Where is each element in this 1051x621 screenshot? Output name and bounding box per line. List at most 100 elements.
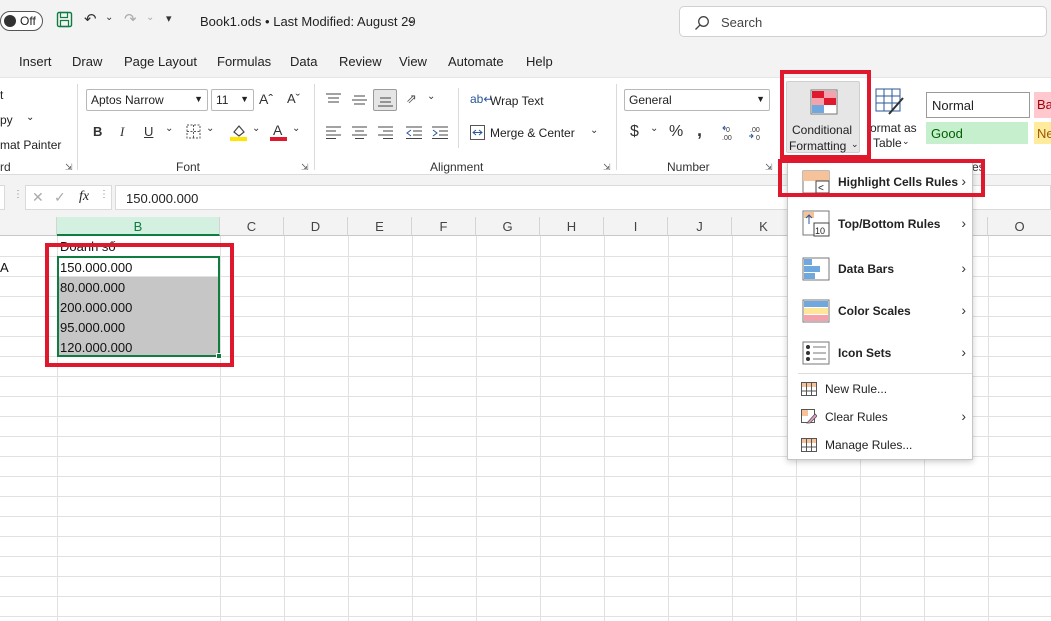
currency-dropdown-icon[interactable]: ⌄ — [650, 123, 658, 134]
column-header-f[interactable]: F — [412, 217, 476, 236]
customize-toolbar-icon[interactable]: ▾ — [166, 12, 172, 25]
currency-button[interactable]: $ — [630, 123, 639, 141]
column-header-c[interactable]: C — [220, 217, 284, 236]
column-header-a[interactable] — [0, 217, 57, 236]
orientation-dropdown-icon[interactable]: ⌄ — [427, 91, 435, 102]
chevron-right-icon: › — [961, 260, 966, 276]
row-line — [0, 516, 1051, 517]
alignment-launcher-icon[interactable]: ⇲ — [603, 162, 611, 173]
decrease-decimal-icon[interactable]: .00 0 — [748, 124, 766, 146]
align-left-icon[interactable] — [326, 126, 341, 144]
menu-item-label: New Rule... — [825, 382, 888, 396]
merge-center-button[interactable]: Merge & Center — [490, 126, 575, 140]
redo-dropdown-icon[interactable]: ⌄ — [146, 12, 154, 23]
column-header-d[interactable]: D — [284, 217, 348, 236]
color-scales-icon — [802, 299, 830, 323]
cancel-icon[interactable]: ✕ — [32, 189, 44, 206]
tab-help[interactable]: Help — [526, 54, 553, 69]
menu-item-icon-sets[interactable]: Icon Sets › — [788, 336, 974, 370]
italic-button[interactable]: I — [120, 124, 124, 140]
undo-dropdown-icon[interactable]: ⌄ — [105, 12, 113, 23]
format-as-table-label-2: Table — [873, 136, 902, 150]
enter-icon[interactable]: ✓ — [54, 189, 66, 206]
align-top-icon[interactable] — [326, 93, 341, 111]
cell-style-bad[interactable]: Ba — [1034, 92, 1051, 118]
menu-item-color-scales[interactable]: Color Scales › — [788, 294, 974, 328]
increase-decimal-icon[interactable]: 0.00 — [722, 124, 740, 146]
clipboard-launcher-icon[interactable]: ⇲ — [65, 162, 73, 173]
decrease-font-icon[interactable]: Aˇ — [287, 91, 300, 106]
chevron-right-icon: › — [961, 215, 966, 231]
menu-item-new-rule[interactable]: New Rule... — [788, 376, 974, 402]
percent-button[interactable]: % — [669, 123, 683, 141]
tab-automate[interactable]: Automate — [448, 54, 504, 69]
comma-button[interactable]: , — [697, 120, 702, 141]
number-launcher-icon[interactable]: ⇲ — [765, 162, 773, 173]
fill-color-icon[interactable] — [230, 123, 247, 146]
col-line — [348, 236, 349, 621]
align-center-icon[interactable] — [352, 126, 367, 144]
highlight-box-data-range — [45, 243, 234, 367]
column-header-b[interactable]: B — [57, 217, 220, 236]
font-color-dropdown-icon[interactable]: ⌄ — [292, 123, 300, 134]
column-header-h[interactable]: H — [540, 217, 604, 236]
tab-insert[interactable]: Insert — [19, 54, 52, 69]
autosave-toggle[interactable]: Off — [0, 11, 43, 31]
underline-dropdown-icon[interactable]: ⌄ — [165, 123, 173, 134]
column-header-e[interactable]: E — [348, 217, 412, 236]
undo-icon[interactable]: ↶ — [84, 10, 97, 28]
tab-view[interactable]: View — [399, 54, 427, 69]
format-as-table-icon — [875, 88, 904, 115]
orientation-icon[interactable]: ⇗ — [406, 91, 417, 107]
menu-item-clear-rules[interactable]: Clear Rules › — [788, 404, 974, 430]
align-middle-icon[interactable] — [352, 93, 367, 111]
align-bottom-button[interactable] — [373, 89, 397, 111]
manage-rules-icon — [801, 438, 817, 452]
format-painter-button[interactable]: mat Painter — [0, 138, 61, 152]
increase-indent-icon[interactable] — [432, 126, 448, 144]
column-header-g[interactable]: G — [476, 217, 540, 236]
menu-item-top-bottom-rules[interactable]: 10 Top/Bottom Rules › — [788, 207, 974, 241]
fill-color-dropdown-icon[interactable]: ⌄ — [252, 123, 260, 134]
font-size-select[interactable]: 11 ▼ — [211, 89, 254, 111]
save-icon[interactable] — [56, 11, 73, 32]
insert-function-button[interactable]: fx — [79, 189, 89, 205]
cell-style-normal[interactable]: Normal — [926, 92, 1030, 118]
copy-button[interactable]: py — [0, 113, 13, 127]
column-header-j[interactable]: J — [668, 217, 732, 236]
cell-style-good-label: Good — [931, 126, 963, 141]
tab-data[interactable]: Data — [290, 54, 317, 69]
chevron-right-icon: › — [961, 408, 966, 424]
align-right-icon[interactable] — [378, 126, 393, 144]
search-box[interactable]: Search — [679, 6, 1047, 37]
tab-page-layout[interactable]: Page Layout — [124, 54, 197, 69]
name-box-edge[interactable] — [0, 185, 5, 210]
cut-partial[interactable]: t — [0, 88, 3, 102]
underline-button[interactable]: U — [144, 124, 153, 139]
cell-style-good[interactable]: Good — [926, 122, 1028, 144]
borders-dropdown-icon[interactable]: ⌄ — [206, 123, 214, 134]
font-name-select[interactable]: Aptos Narrow ▼ — [86, 89, 208, 111]
tab-formulas[interactable]: Formulas — [217, 54, 271, 69]
document-title[interactable]: Book1.ods • Last Modified: August 29 — [200, 14, 416, 29]
decrease-indent-icon[interactable] — [406, 126, 422, 144]
bold-button[interactable]: B — [93, 124, 102, 139]
menu-item-manage-rules[interactable]: Manage Rules... — [788, 432, 974, 458]
title-chevron-icon[interactable]: ⌄ — [406, 13, 415, 26]
font-launcher-icon[interactable]: ⇲ — [301, 162, 309, 173]
column-header-o[interactable]: O — [988, 217, 1051, 236]
cell-a2[interactable]: A — [0, 260, 9, 275]
tab-draw[interactable]: Draw — [72, 54, 102, 69]
copy-dropdown-icon[interactable]: ⌄ — [26, 112, 34, 123]
number-format-select[interactable]: General ▼ — [624, 89, 770, 111]
borders-icon[interactable] — [186, 124, 201, 144]
column-header-i[interactable]: I — [604, 217, 668, 236]
menu-item-data-bars[interactable]: Data Bars › — [788, 252, 974, 286]
cell-style-neutral[interactable]: Ne — [1034, 122, 1051, 144]
font-color-icon[interactable]: A — [270, 122, 287, 146]
increase-font-icon[interactable]: Aˆ — [259, 91, 273, 107]
merge-dropdown-icon[interactable]: ⌄ — [590, 125, 598, 136]
redo-icon[interactable]: ↷ — [124, 10, 137, 28]
wrap-text-button[interactable]: Wrap Text — [490, 94, 544, 108]
tab-review[interactable]: Review — [339, 54, 382, 69]
